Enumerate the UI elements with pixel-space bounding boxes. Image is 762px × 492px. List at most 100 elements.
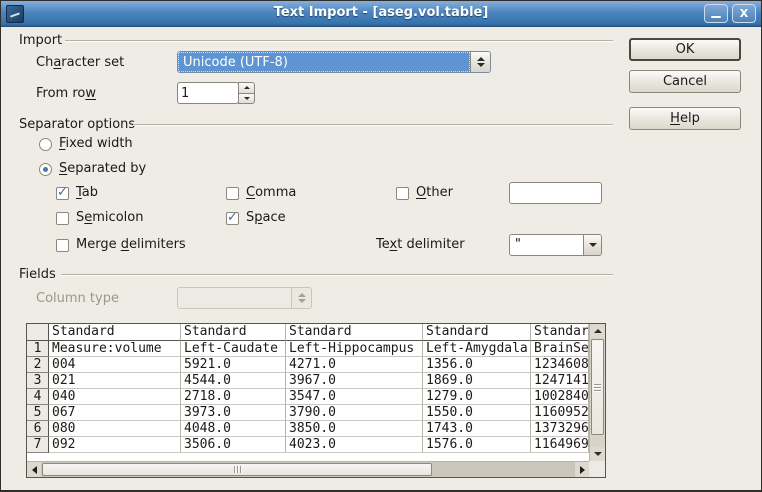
table-cell[interactable]: 4023.0 — [286, 437, 423, 453]
table-cell[interactable]: 3790.0 — [286, 405, 423, 421]
minimize-button[interactable] — [704, 4, 728, 23]
chevron-down-icon — [298, 299, 306, 303]
table-cell[interactable]: 1247141 — [531, 373, 589, 389]
table-cell[interactable]: 4544.0 — [181, 373, 286, 389]
table-cell[interactable]: 1743.0 — [423, 421, 531, 437]
table-cell[interactable]: Left-Amygdala — [423, 341, 531, 357]
space-checkbox[interactable]: ✓ — [226, 212, 239, 225]
column-header[interactable]: Standard — [49, 324, 181, 341]
table-cell[interactable]: 1373296 — [531, 421, 589, 437]
merge-delimiters-checkbox[interactable] — [56, 239, 69, 252]
table-cell[interactable]: 1002840 — [531, 389, 589, 405]
table-cell[interactable]: 1550.0 — [423, 405, 531, 421]
table-cell[interactable]: 4271.0 — [286, 357, 423, 373]
text-delimiter-dropdown-button[interactable] — [583, 235, 601, 255]
preview-table: Standard Standard Standard Standard Stan… — [27, 324, 589, 461]
column-type-spin-button — [291, 288, 311, 308]
ok-button[interactable]: OK — [629, 38, 741, 61]
chevron-up-icon — [298, 293, 306, 297]
table-cell[interactable]: 067 — [49, 405, 181, 421]
table-cell[interactable]: BrainSe — [531, 341, 589, 357]
cancel-button[interactable]: Cancel — [629, 70, 741, 93]
grip-icon — [594, 384, 601, 385]
table-cell[interactable]: 1164969 — [531, 437, 589, 453]
column-header[interactable]: Standard — [423, 324, 531, 341]
table-cell[interactable]: 080 — [49, 421, 181, 437]
table-cell[interactable]: 1234608 — [531, 357, 589, 373]
arrow-up-icon — [594, 329, 602, 333]
fixed-width-label[interactable]: Fixed width — [59, 136, 133, 151]
chevron-down-icon — [477, 63, 485, 67]
table-cell[interactable]: Measure:volume — [49, 341, 181, 357]
table-cell[interactable]: 1356.0 — [423, 357, 531, 373]
semicolon-checkbox[interactable] — [56, 212, 69, 225]
row-number: 5 — [27, 405, 49, 421]
from-row-increment-button[interactable] — [238, 82, 255, 94]
space-label[interactable]: Space — [246, 210, 286, 225]
chevron-up-icon — [477, 57, 485, 61]
other-label[interactable]: Other — [416, 185, 453, 200]
table-cell[interactable]: 1279.0 — [423, 389, 531, 405]
help-button[interactable]: Help — [629, 107, 741, 130]
table-cell[interactable]: 004 — [49, 357, 181, 373]
scroll-left-button[interactable] — [27, 462, 41, 477]
table-cell[interactable]: 1160952 — [531, 405, 589, 421]
table-row: 2 004 5921.0 4271.0 1356.0 1234608 — [27, 357, 589, 373]
merge-delimiters-label[interactable]: Merge delimiters — [76, 237, 186, 252]
table-cell[interactable]: Left-Caudate — [181, 341, 286, 357]
tab-checkbox[interactable]: ✓ — [56, 187, 69, 200]
close-button[interactable]: X — [732, 4, 756, 23]
header-corner-cell — [27, 324, 49, 341]
fixed-width-radio[interactable] — [39, 138, 52, 151]
table-cell[interactable]: 4048.0 — [181, 421, 286, 437]
arrow-left-icon — [32, 466, 37, 474]
table-cell[interactable]: 040 — [49, 389, 181, 405]
vertical-scrollbar-thumb[interactable] — [591, 339, 604, 435]
table-cell[interactable]: 1869.0 — [423, 373, 531, 389]
charset-spin-button[interactable] — [470, 52, 490, 72]
table-cell[interactable]: 3967.0 — [286, 373, 423, 389]
table-cell[interactable]: 3973.0 — [181, 405, 286, 421]
comma-checkbox[interactable] — [226, 187, 239, 200]
chevron-down-icon — [589, 243, 597, 247]
separated-by-label[interactable]: Separated by — [59, 161, 146, 176]
table-cell[interactable]: 5921.0 — [181, 357, 286, 373]
column-header[interactable]: Standard — [181, 324, 286, 341]
table-row: 5 067 3973.0 3790.0 1550.0 1160952 — [27, 405, 589, 421]
scroll-up-button[interactable] — [590, 324, 605, 338]
table-cell[interactable]: 021 — [49, 373, 181, 389]
scrollbar-corner — [589, 461, 605, 477]
scroll-down-button[interactable] — [590, 447, 605, 461]
column-type-combobox — [177, 287, 312, 309]
vertical-scrollbar[interactable] — [589, 324, 605, 461]
column-header[interactable]: Standard — [531, 324, 589, 341]
minimize-icon — [711, 16, 721, 18]
grip-icon — [234, 466, 235, 473]
table-cell[interactable]: 3850.0 — [286, 421, 423, 437]
table-cell[interactable]: 1576.0 — [423, 437, 531, 453]
other-separator-input[interactable] — [509, 182, 602, 204]
horizontal-scrollbar[interactable] — [27, 461, 589, 477]
table-row: 3 021 4544.0 3967.0 1869.0 1247141 — [27, 373, 589, 389]
separator-group-line — [133, 124, 613, 126]
horizontal-scrollbar-thumb[interactable] — [42, 463, 432, 476]
table-cell[interactable]: Left-Hippocampus — [286, 341, 423, 357]
titlebar[interactable]: Text Import - [aseg.vol.table] X — [1, 1, 761, 27]
from-row-input[interactable] — [177, 82, 239, 104]
table-cell[interactable]: 3506.0 — [181, 437, 286, 453]
scroll-right-button[interactable] — [575, 462, 589, 477]
table-cell[interactable]: 092 — [49, 437, 181, 453]
grip-icon — [594, 387, 601, 388]
other-checkbox[interactable] — [396, 187, 409, 200]
text-delimiter-combobox[interactable]: " — [509, 234, 602, 256]
table-cell[interactable]: 2718.0 — [181, 389, 286, 405]
from-row-decrement-button[interactable] — [238, 93, 255, 105]
tab-label[interactable]: Tab — [76, 185, 98, 200]
separated-by-radio[interactable] — [39, 163, 52, 176]
semicolon-label[interactable]: Semicolon — [76, 210, 143, 225]
table-cell[interactable]: 3547.0 — [286, 389, 423, 405]
charset-combobox[interactable]: Unicode (UTF-8) — [177, 51, 491, 73]
column-header[interactable]: Standard — [286, 324, 423, 341]
comma-label[interactable]: Comma — [246, 185, 296, 200]
row-number: 1 — [27, 341, 49, 357]
